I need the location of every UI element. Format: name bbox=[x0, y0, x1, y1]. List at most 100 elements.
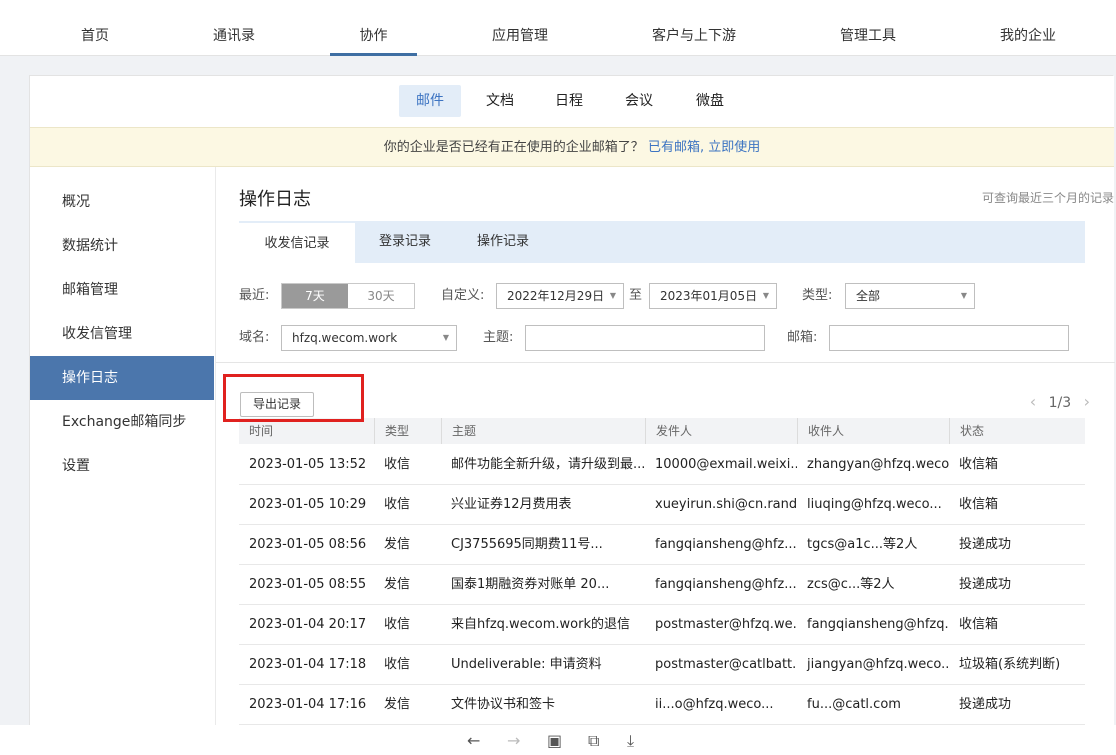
cell-recipient: zhangyan@hfzq.weco... bbox=[807, 457, 949, 472]
chevron-down-icon: ▼ bbox=[762, 291, 769, 300]
cell-recipient: fangqiansheng@hfzq.w... bbox=[807, 617, 949, 632]
bottom-toolbar: ← → ▣ ⧉ ⤓ bbox=[0, 725, 1116, 755]
domain-select[interactable]: hfzq.wecom.work ▼ bbox=[281, 325, 457, 351]
column-sender: 发件人 bbox=[645, 418, 797, 444]
cell-status: 垃圾箱(系统判断) bbox=[959, 657, 1061, 672]
sidebar-item-send-receive-management[interactable]: 收发信管理 bbox=[30, 312, 214, 356]
sidebar-item-exchange-sync[interactable]: Exchange邮箱同步 bbox=[30, 400, 214, 444]
topnav-app-management[interactable]: 应用管理 bbox=[475, 0, 565, 56]
topnav-label: 通讯录 bbox=[213, 28, 255, 44]
cell-status: 收信箱 bbox=[959, 497, 999, 512]
chevron-down-icon: ▼ bbox=[442, 333, 449, 342]
tab-send-receive[interactable]: 收发信记录 bbox=[239, 221, 355, 263]
cell-recipient: tgcs@a1c...等2人 bbox=[807, 537, 918, 552]
range-30-days[interactable]: 30天 bbox=[348, 284, 414, 308]
cell-type: 收信 bbox=[384, 497, 411, 512]
cell-status: 投递成功 bbox=[959, 577, 1012, 592]
topnav-collaboration[interactable]: 协作 bbox=[330, 0, 417, 56]
table-header: 时间 类型 主题 发件人 收件人 状态 bbox=[239, 418, 1085, 444]
topnav-admin-tools[interactable]: 管理工具 bbox=[824, 0, 912, 56]
chevron-right-icon[interactable]: › bbox=[1084, 392, 1090, 411]
cell-subject: 来自hfzq.wecom.work的退信 bbox=[451, 617, 631, 632]
table-row[interactable]: 2023-01-05 13:52 收信 邮件功能全新升级，请升级到最... 10… bbox=[239, 445, 1085, 485]
type-value: 全部 bbox=[856, 289, 881, 303]
chevron-left-icon[interactable]: ‹ bbox=[1030, 392, 1036, 411]
subnav-mail[interactable]: 邮件 bbox=[399, 85, 461, 117]
cell-subject: CJ3755695同期费11号... bbox=[451, 537, 603, 552]
column-type: 类型 bbox=[374, 418, 441, 444]
cell-sender: ii...o@hfzq.weco... bbox=[655, 697, 774, 712]
cell-sender: fangqiansheng@hfz... bbox=[655, 537, 797, 552]
pagination: ‹ 1/3 › bbox=[1022, 392, 1098, 411]
page-indicator: 1/3 bbox=[1048, 395, 1072, 411]
type-select[interactable]: 全部 ▼ bbox=[845, 283, 975, 309]
topnav-home[interactable]: 首页 bbox=[55, 0, 135, 56]
range-7-days[interactable]: 7天 bbox=[282, 284, 348, 308]
notice-banner: 你的企业是否已经有正在使用的企业邮箱了？ 已有邮箱, 立即使用 bbox=[30, 127, 1114, 167]
domain-label: 域名: bbox=[239, 330, 270, 345]
cell-sender: fangqiansheng@hfz... bbox=[655, 577, 797, 592]
sidebar: 概况 数据统计 邮箱管理 收发信管理 操作日志 Exchange邮箱同步 设置 bbox=[30, 167, 214, 755]
table-row[interactable]: 2023-01-05 08:55 发信 国泰1期融资券对账单 20... fan… bbox=[239, 565, 1085, 605]
page-title: 操作日志 bbox=[239, 189, 311, 210]
subnav-drive[interactable]: 微盘 bbox=[679, 85, 741, 117]
cell-type: 发信 bbox=[384, 697, 411, 712]
top-navigation: 首页 通讯录 协作 应用管理 客户与上下游 管理工具 我的企业 bbox=[0, 0, 1116, 56]
subnav-calendar[interactable]: 日程 bbox=[538, 85, 600, 117]
custom-label: 自定义: bbox=[441, 288, 485, 303]
topnav-customers[interactable]: 客户与上下游 bbox=[638, 0, 750, 56]
tab-operation[interactable]: 操作记录 bbox=[455, 221, 551, 263]
table-row[interactable]: 2023-01-05 08:56 发信 CJ3755695同期费11号... f… bbox=[239, 525, 1085, 565]
back-arrow-icon[interactable]: ← bbox=[467, 731, 480, 750]
sidebar-item-statistics[interactable]: 数据统计 bbox=[30, 224, 214, 268]
table-row[interactable]: 2023-01-05 10:29 收信 兴业证券12月费用表 xueyirun.… bbox=[239, 485, 1085, 525]
cell-time: 2023-01-04 17:18 bbox=[249, 657, 367, 672]
to-label: 至 bbox=[629, 288, 643, 303]
topnav-label: 首页 bbox=[81, 28, 109, 44]
sidebar-item-overview[interactable]: 概况 bbox=[30, 180, 214, 224]
divider bbox=[216, 362, 1115, 363]
tab-login[interactable]: 登录记录 bbox=[357, 221, 453, 263]
cell-time: 2023-01-04 17:16 bbox=[249, 697, 367, 712]
mailbox-input[interactable] bbox=[829, 325, 1069, 351]
sub-navigation: 邮件 文档 日程 会议 微盘 bbox=[30, 76, 1114, 127]
cell-time: 2023-01-04 20:17 bbox=[249, 617, 367, 632]
forward-arrow-icon[interactable]: → bbox=[507, 731, 520, 750]
table-row[interactable]: 2023-01-04 17:16 发信 文件协议书和签卡 ii...o@hfzq… bbox=[239, 685, 1085, 725]
cell-status: 投递成功 bbox=[959, 697, 1012, 712]
date-from-select[interactable]: 2022年12月29日 ▼ bbox=[496, 283, 624, 309]
table-row[interactable]: 2023-01-04 20:17 收信 来自hfzq.wecom.work的退信… bbox=[239, 605, 1085, 645]
sidebar-item-mailbox-management[interactable]: 邮箱管理 bbox=[30, 268, 214, 312]
cell-type: 收信 bbox=[384, 457, 411, 472]
download-icon[interactable]: ⤓ bbox=[627, 731, 634, 751]
topnav-label: 客户与上下游 bbox=[652, 28, 736, 44]
cell-recipient: liuqing@hfzq.weco... bbox=[807, 497, 942, 512]
domain-value: hfzq.wecom.work bbox=[292, 331, 398, 345]
cell-sender: xueyirun.shi@cn.rand... bbox=[655, 497, 797, 512]
log-tabs: 收发信记录 登录记录 操作记录 bbox=[239, 221, 1085, 263]
highlight-box bbox=[223, 374, 364, 422]
subnav-meeting[interactable]: 会议 bbox=[608, 85, 670, 117]
table-row[interactable]: 2023-01-04 17:18 收信 Undeliverable: 申请资料 … bbox=[239, 645, 1085, 685]
cell-status: 收信箱 bbox=[959, 457, 999, 472]
topnav-my-company[interactable]: 我的企业 bbox=[984, 0, 1072, 56]
share-icon[interactable]: ⧉ bbox=[588, 731, 599, 751]
window-icon[interactable]: ▣ bbox=[547, 731, 562, 750]
subnav-docs[interactable]: 文档 bbox=[469, 85, 531, 117]
cell-sender: 10000@exmail.weixi... bbox=[655, 457, 797, 472]
subject-input[interactable] bbox=[525, 325, 765, 351]
topnav-contacts[interactable]: 通讯录 bbox=[194, 0, 274, 56]
cell-sender: postmaster@catlbatt... bbox=[655, 657, 797, 672]
date-from-value: 2022年12月29日 bbox=[507, 289, 605, 303]
cell-status: 投递成功 bbox=[959, 537, 1012, 552]
sidebar-item-operation-log[interactable]: 操作日志 bbox=[30, 356, 214, 400]
content-area: 操作日志 可查询最近三个月的记录 收发信记录 登录记录 操作记录 最近: 7天 … bbox=[215, 167, 1115, 755]
topnav-label: 我的企业 bbox=[1000, 28, 1056, 44]
cell-type: 收信 bbox=[384, 657, 411, 672]
banner-link[interactable]: 已有邮箱, 立即使用 bbox=[648, 140, 760, 155]
main-panel: 邮件 文档 日程 会议 微盘 你的企业是否已经有正在使用的企业邮箱了？ 已有邮箱… bbox=[29, 75, 1115, 755]
column-status: 状态 bbox=[949, 418, 1085, 444]
date-to-select[interactable]: 2023年01月05日 ▼ bbox=[649, 283, 777, 309]
chevron-down-icon: ▼ bbox=[609, 291, 616, 300]
sidebar-item-settings[interactable]: 设置 bbox=[30, 444, 214, 488]
